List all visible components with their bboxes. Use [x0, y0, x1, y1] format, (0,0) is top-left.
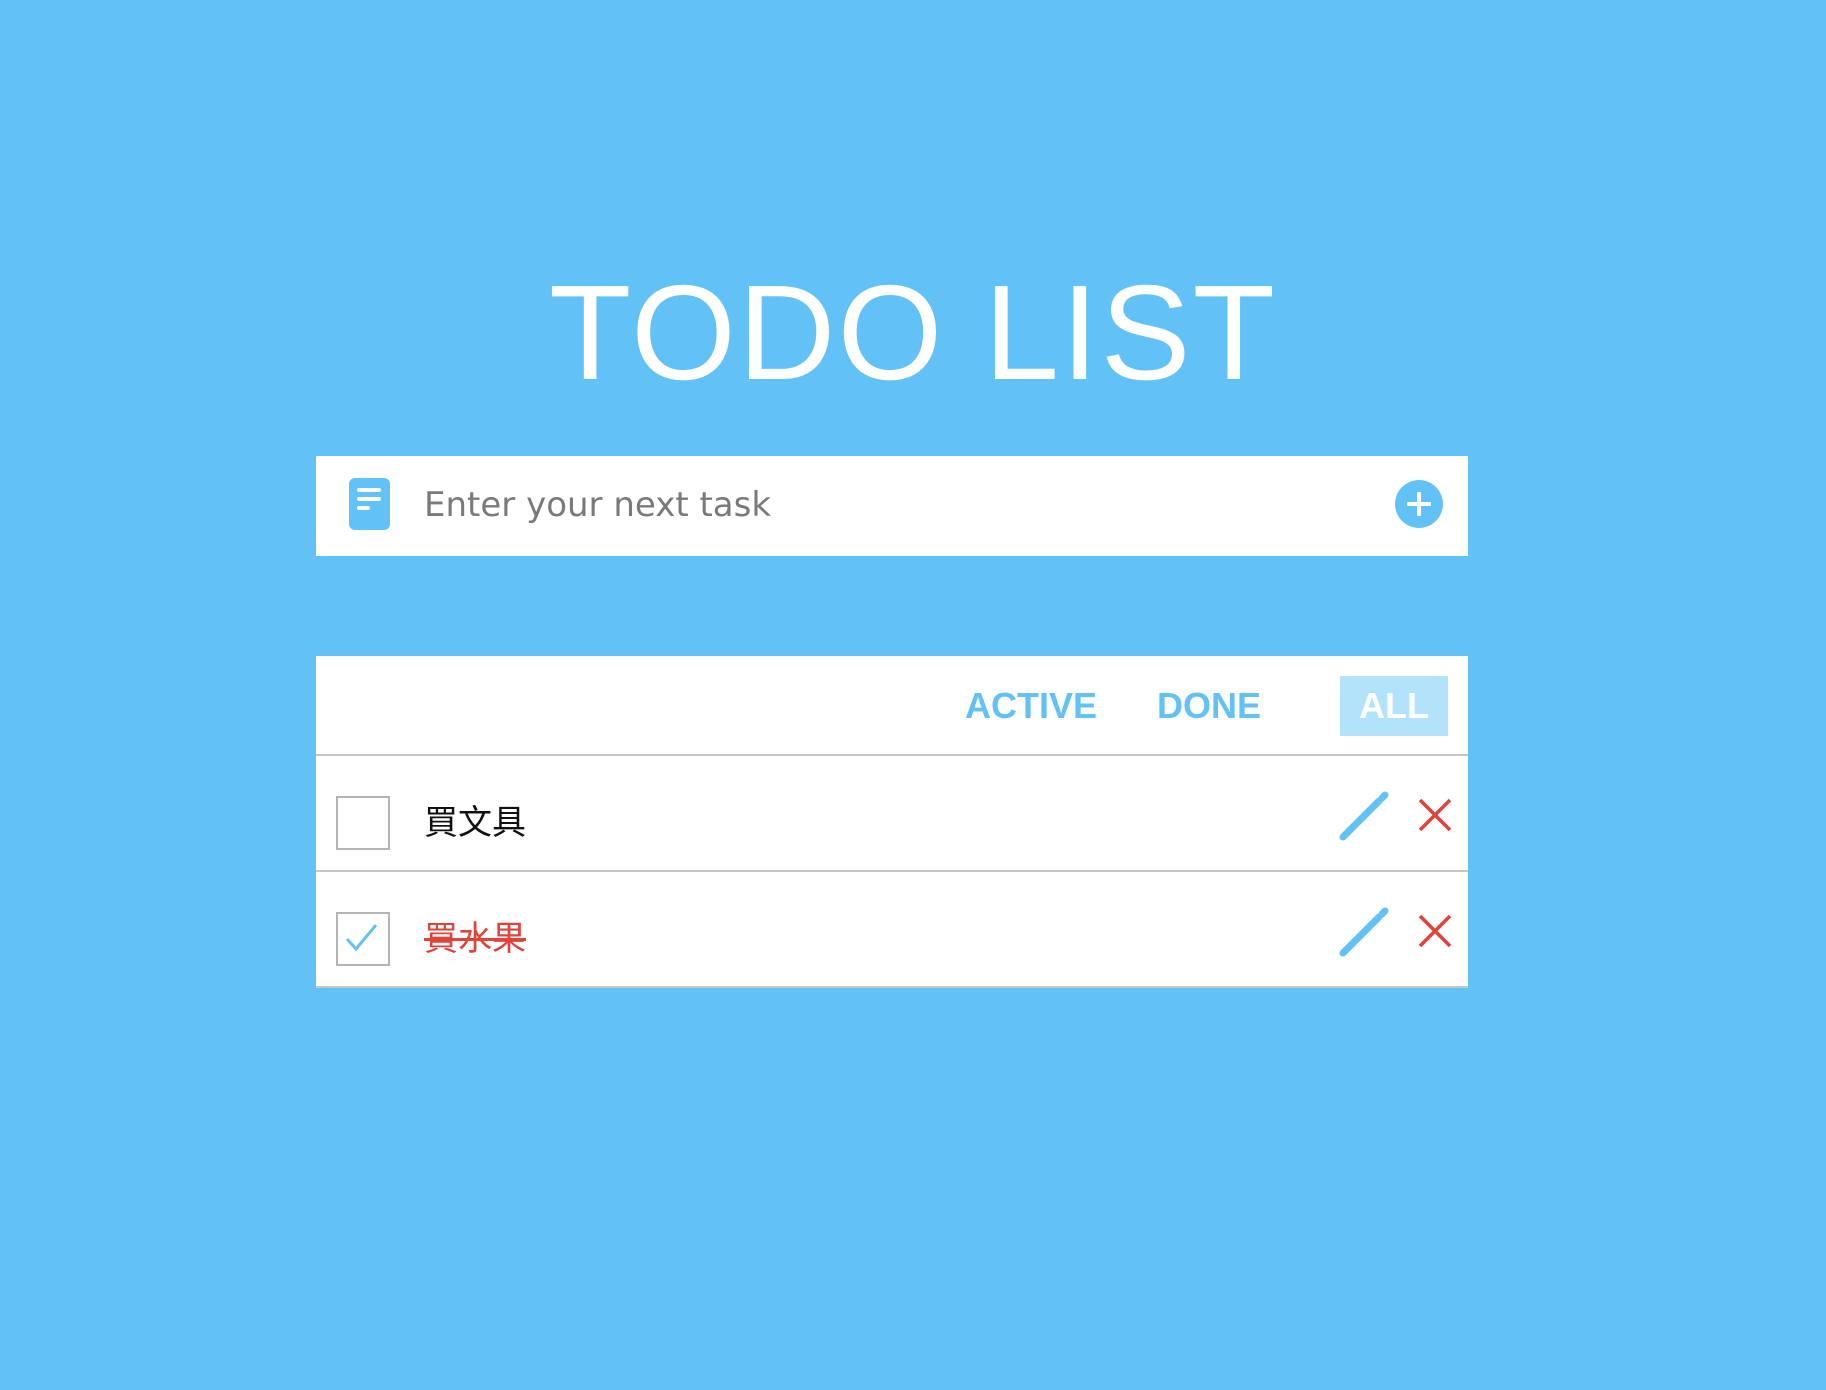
delete-button[interactable]	[1416, 796, 1454, 834]
todo-text: 買水果	[424, 919, 526, 959]
document-icon	[349, 478, 390, 530]
filter-done-tab[interactable]: DONE	[1154, 676, 1264, 736]
close-icon	[1416, 798, 1454, 838]
add-task-button[interactable]	[1395, 480, 1443, 528]
todo-item: 買文具	[316, 756, 1468, 872]
todo-checkbox[interactable]	[336, 796, 390, 850]
edit-button[interactable]	[1336, 906, 1390, 960]
filter-bar: ACTIVE DONE ALL	[316, 656, 1468, 756]
edit-button[interactable]	[1336, 790, 1390, 844]
todo-text: 買文具	[424, 803, 526, 843]
pencil-icon	[1336, 791, 1390, 848]
todo-list-card: ACTIVE DONE ALL 買文具 買水果	[316, 656, 1468, 988]
filter-active-tab[interactable]: ACTIVE	[961, 676, 1101, 736]
new-task-bar	[316, 456, 1468, 556]
close-icon	[1416, 914, 1454, 954]
delete-button[interactable]	[1416, 912, 1454, 950]
todo-checkbox-checked[interactable]	[336, 912, 390, 966]
new-task-input[interactable]	[424, 474, 1344, 536]
filter-all-tab[interactable]: ALL	[1340, 676, 1448, 736]
pencil-icon	[1336, 907, 1390, 964]
todo-item: 買水果	[316, 872, 1468, 988]
plus-circle-icon	[1395, 480, 1443, 532]
page-title: TODO LIST	[548, 257, 1278, 408]
